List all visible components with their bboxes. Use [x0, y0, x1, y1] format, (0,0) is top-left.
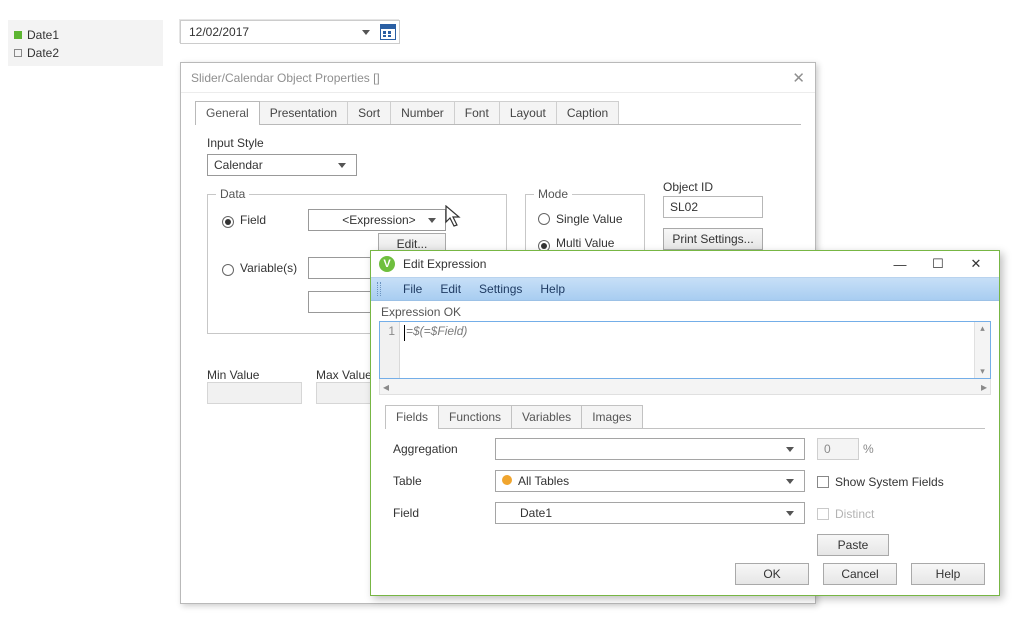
paste-button[interactable]: Paste — [817, 534, 889, 556]
tab-number[interactable]: Number — [390, 101, 455, 125]
cancel-button[interactable]: Cancel — [823, 563, 897, 585]
field-select[interactable]: Date1 — [495, 502, 805, 524]
input-style-label: Input Style — [207, 136, 789, 150]
menu-settings[interactable]: Settings — [479, 282, 522, 296]
fieldset-legend: Data — [216, 187, 249, 201]
scrollbar-vertical[interactable]: ▴▾ — [974, 322, 990, 378]
menu-file[interactable]: File — [403, 282, 422, 296]
radio-label: Field — [240, 213, 266, 227]
field-combo[interactable]: <Expression> — [308, 209, 446, 231]
table-icon — [502, 475, 512, 485]
line-gutter: 1 — [380, 322, 400, 378]
close-icon[interactable]: ✕ — [792, 69, 805, 87]
variable-radio-row[interactable]: Variable(s) — [222, 261, 297, 275]
radio-icon — [538, 213, 550, 225]
menu-help[interactable]: Help — [540, 282, 565, 296]
checkbox-icon — [817, 476, 829, 488]
object-id-input[interactable]: SL02 — [663, 196, 763, 218]
status-dot-icon — [14, 49, 22, 57]
list-item-label: Date2 — [27, 46, 59, 60]
tab-caption[interactable]: Caption — [556, 101, 619, 125]
tab-font[interactable]: Font — [454, 101, 500, 125]
select-value: Calendar — [214, 158, 263, 172]
ok-button[interactable]: OK — [735, 563, 809, 585]
grip-icon — [377, 282, 381, 296]
maximize-icon[interactable]: ☐ — [923, 256, 953, 272]
tab-general[interactable]: General — [195, 101, 260, 125]
object-id-label: Object ID — [663, 180, 771, 194]
tab-strip: General Presentation Sort Number Font La… — [181, 93, 815, 125]
edit-expression-dialog: V Edit Expression — ☐ ✕ File Edit Settin… — [370, 250, 1000, 596]
field-label: Field — [393, 506, 483, 520]
chevron-down-icon — [428, 218, 436, 223]
menu-edit[interactable]: Edit — [440, 282, 461, 296]
help-button[interactable]: Help — [911, 563, 985, 585]
date-input[interactable]: 12/02/2017 — [180, 20, 400, 44]
chevron-down-icon — [786, 511, 794, 516]
app-icon: V — [379, 256, 395, 272]
print-settings-button[interactable]: Print Settings... — [663, 228, 763, 250]
status-dot-icon — [14, 31, 22, 39]
date-value: 12/02/2017 — [189, 25, 358, 39]
combo-value: <Expression> — [342, 213, 415, 227]
show-system-fields-checkbox[interactable]: Show System Fields — [817, 474, 977, 489]
distinct-checkbox: Distinct — [817, 506, 977, 521]
aggregation-label: Aggregation — [393, 442, 483, 456]
tab-fields[interactable]: Fields — [385, 405, 439, 429]
table-label: Table — [393, 474, 483, 488]
dropdown-arrow-icon[interactable] — [362, 30, 370, 35]
percent-label: % — [863, 442, 874, 456]
min-value-input[interactable] — [207, 382, 302, 404]
dialog-titlebar[interactable]: Slider/Calendar Object Properties [] ✕ — [181, 63, 815, 93]
radio-icon — [222, 264, 234, 276]
minimize-icon[interactable]: — — [885, 257, 915, 272]
fieldset-legend: Mode — [534, 187, 572, 201]
menu-bar: File Edit Settings Help — [371, 277, 999, 301]
table-select[interactable]: All Tables — [495, 470, 805, 492]
tab-variables[interactable]: Variables — [511, 405, 582, 429]
checkbox-icon — [817, 508, 829, 520]
close-icon[interactable]: ✕ — [961, 256, 991, 272]
expression-status: Expression OK — [371, 301, 999, 321]
tab-layout[interactable]: Layout — [499, 101, 557, 125]
aggregation-count: 0 — [817, 438, 859, 460]
field-radio-row[interactable]: Field — [222, 213, 266, 227]
dialog-title: Slider/Calendar Object Properties [] — [191, 71, 380, 85]
chevron-down-icon — [338, 163, 346, 168]
dialog-titlebar[interactable]: V Edit Expression — ☐ ✕ — [371, 251, 999, 277]
tab-images[interactable]: Images — [581, 405, 642, 429]
multi-value-radio[interactable]: Multi Value — [538, 236, 632, 250]
list-item[interactable]: Date2 — [8, 44, 163, 62]
scrollbar-horizontal[interactable]: ◂▸ — [379, 379, 991, 395]
calendar-icon[interactable] — [380, 24, 396, 40]
single-value-radio[interactable]: Single Value — [538, 211, 632, 226]
tab-presentation[interactable]: Presentation — [259, 101, 348, 125]
dialog-title: Edit Expression — [403, 257, 486, 271]
input-style-select[interactable]: Calendar — [207, 154, 357, 176]
chevron-down-icon — [786, 479, 794, 484]
radio-icon — [222, 216, 234, 228]
expression-editor[interactable]: 1 =$(=$Field) ▴▾ — [379, 321, 991, 379]
tab-functions[interactable]: Functions — [438, 405, 512, 429]
min-value-label: Min Value — [207, 368, 302, 382]
radio-label: Variable(s) — [240, 261, 297, 275]
tab-sort[interactable]: Sort — [347, 101, 391, 125]
expression-code[interactable]: =$(=$Field) — [400, 322, 974, 378]
field-list: Date1 Date2 — [8, 20, 163, 66]
list-item[interactable]: Date1 — [8, 26, 163, 44]
tab-strip: Fields Functions Variables Images — [371, 395, 999, 429]
chevron-down-icon — [786, 447, 794, 452]
list-item-label: Date1 — [27, 28, 59, 42]
aggregation-select[interactable] — [495, 438, 805, 460]
